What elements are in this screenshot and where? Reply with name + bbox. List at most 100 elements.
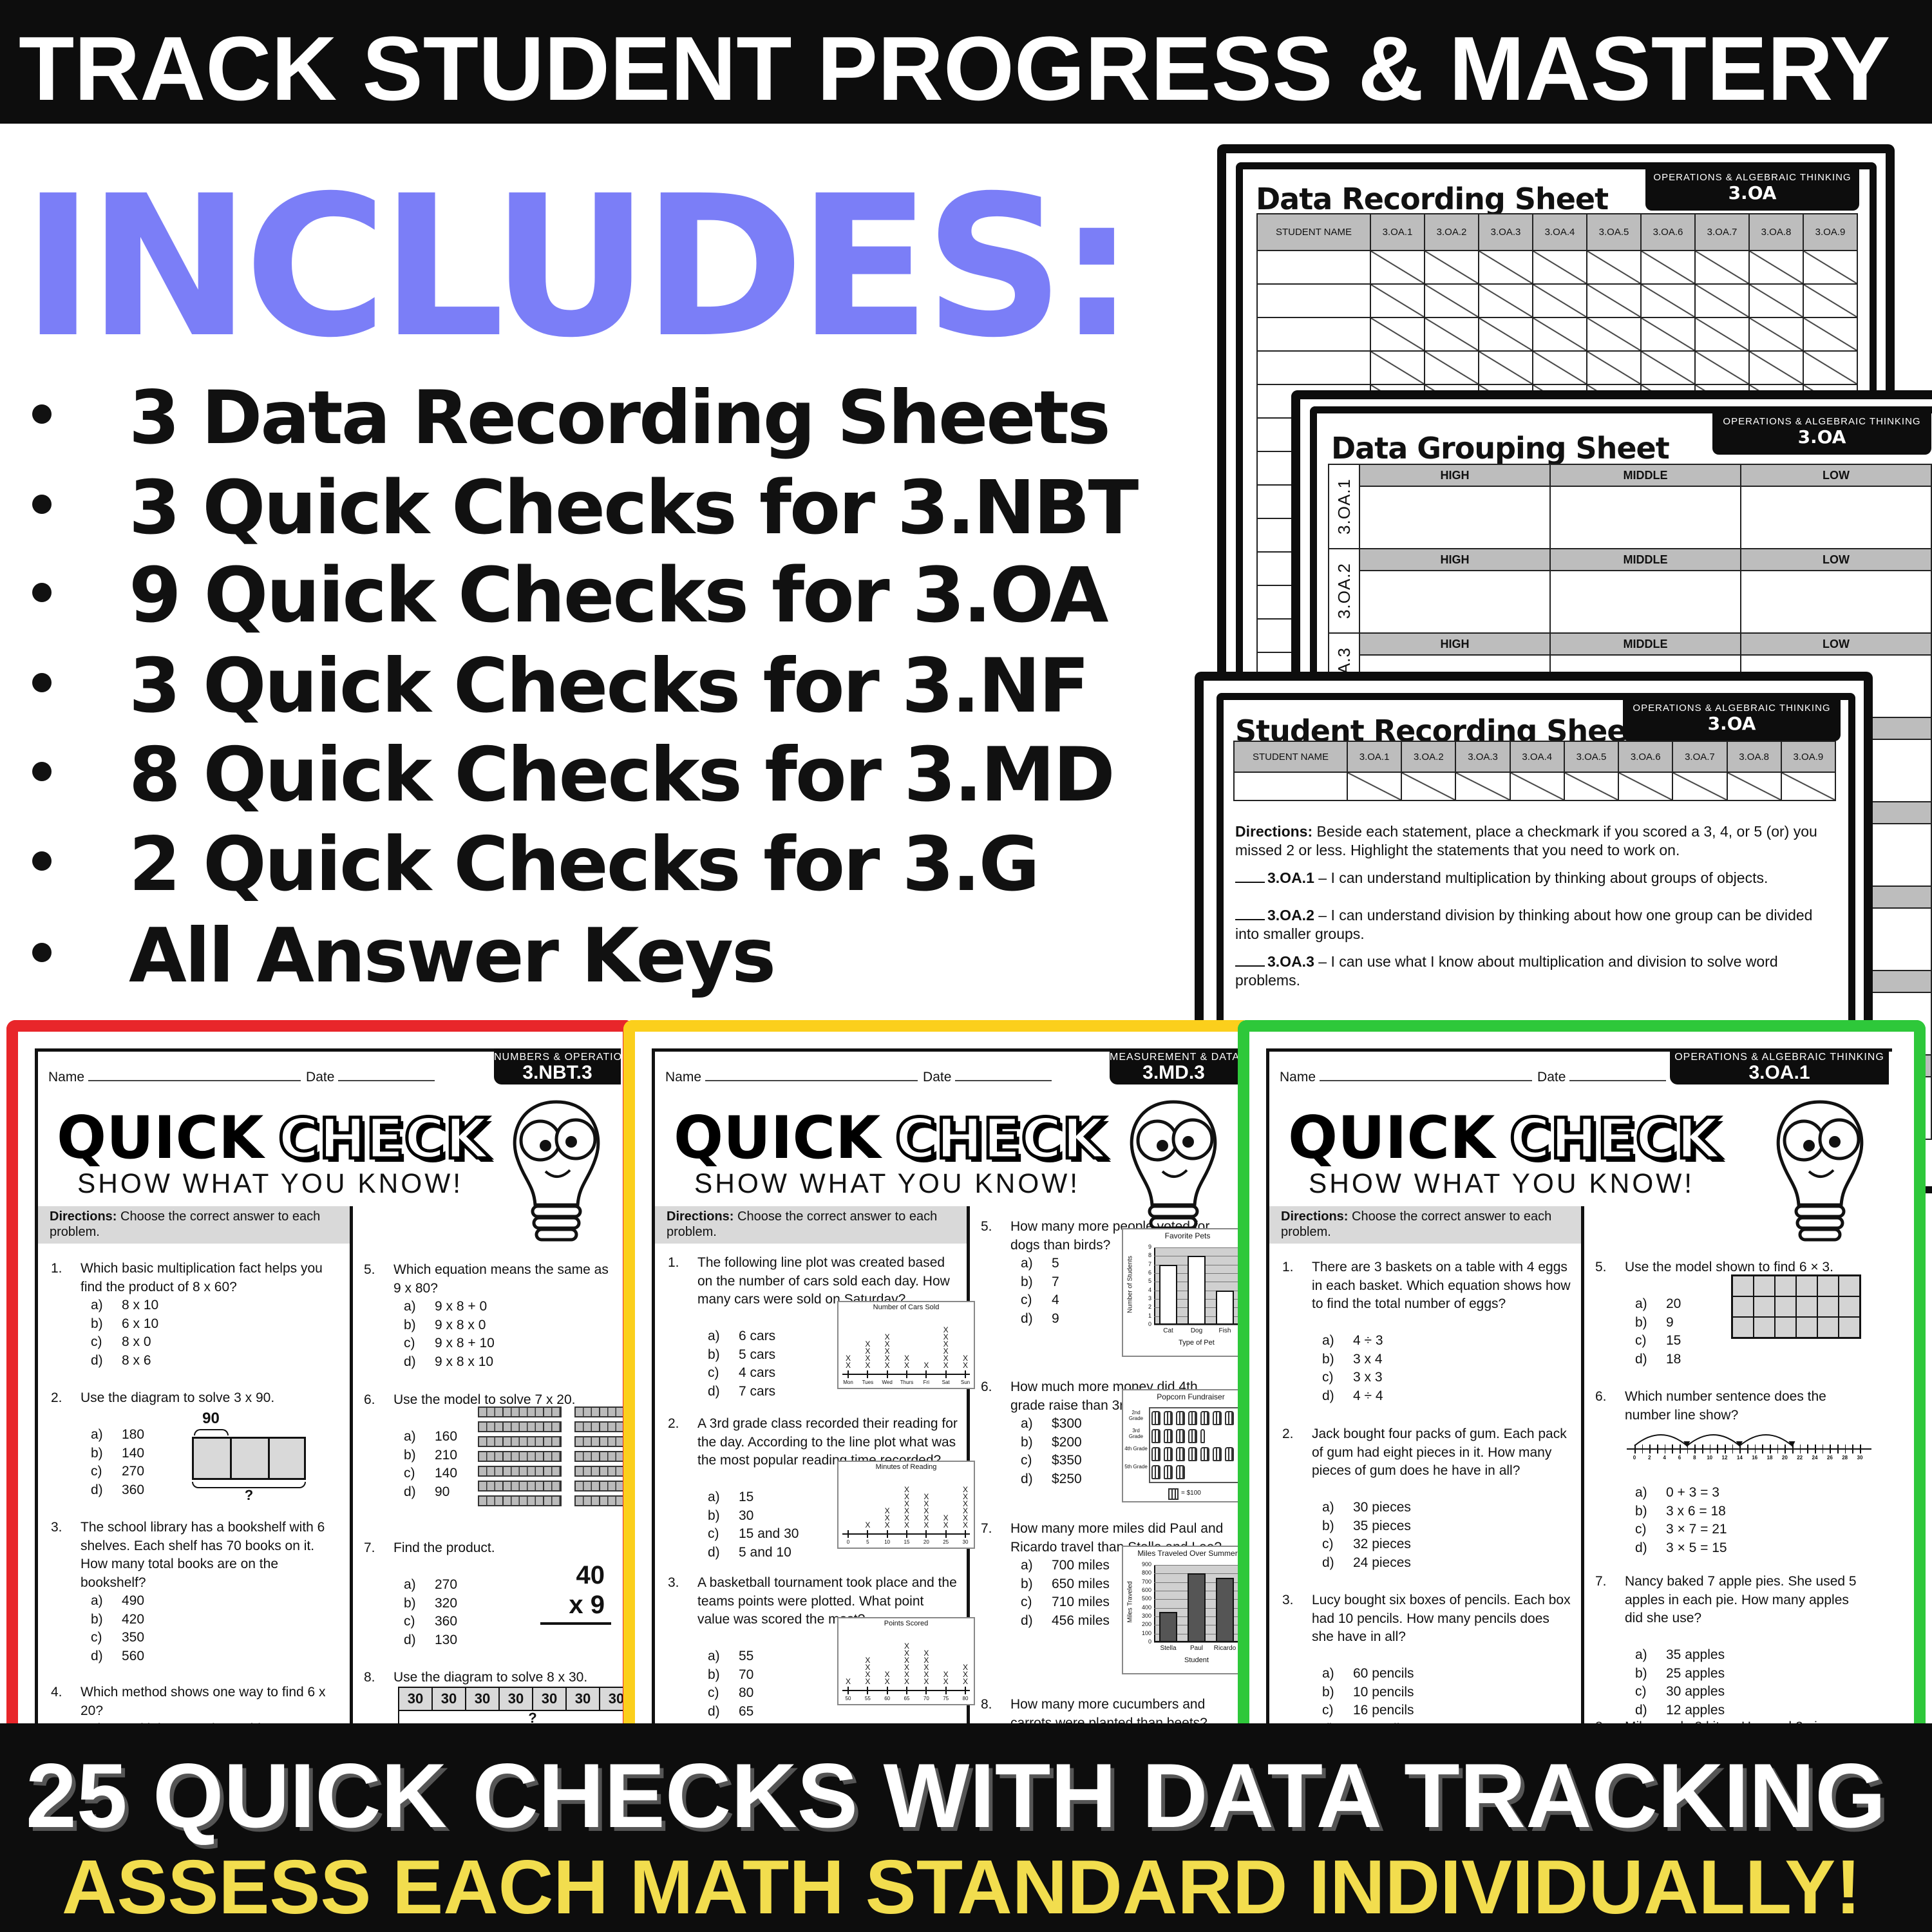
answer-choice: a) 15 [708, 1488, 799, 1507]
answer-choice: c) 15 and 30 [708, 1525, 799, 1544]
subtitle-text: SHOW WHAT YOU KNOW! [1309, 1168, 1695, 1198]
line-plot-x-mark: X [943, 1325, 949, 1334]
score-cell [1532, 283, 1587, 318]
popcorn-icon [1176, 1429, 1185, 1443]
name-blank [88, 1070, 301, 1081]
question-number: 6. [981, 1379, 992, 1394]
answer-choice: c) 360 [404, 1613, 457, 1631]
answer-choice: a) 490 [91, 1592, 144, 1611]
table-header-cell: 3.OA.9 [1780, 741, 1836, 773]
choice-letter: a) [708, 1649, 720, 1663]
line-plot-x-mark: X [865, 1656, 871, 1665]
choice-value: 9 [1666, 1314, 1674, 1330]
number-line-label: 6 [1678, 1455, 1681, 1461]
bullet-icon [32, 495, 52, 514]
multiplier: x 9 [569, 1591, 605, 1619]
product-line [540, 1622, 611, 1625]
line-plot-x-mark: X [962, 1663, 968, 1672]
table-header-cell: 3.OA.3 [1455, 741, 1511, 773]
answer-choice: a) 6 cars [708, 1327, 775, 1346]
answer-choice: d) 360 [91, 1481, 144, 1500]
choice-letter: c) [708, 1526, 719, 1541]
question-number: 6. [1595, 1389, 1607, 1404]
choice-letter: a) [1635, 1647, 1647, 1662]
score-cell [1694, 250, 1750, 285]
question-number: 7. [1595, 1574, 1607, 1589]
answer-choice: a) 0 + 3 = 3 [1635, 1484, 1727, 1502]
array-cell [1754, 1318, 1774, 1337]
line-plot-tick [906, 1370, 907, 1378]
subtitle: SHOW WHAT YOU KNOW! [77, 1161, 469, 1200]
answer-choice: b) 30 [708, 1507, 799, 1526]
standard-code: 3.MD.3 [1142, 1062, 1205, 1083]
choice-letter: b) [708, 1667, 720, 1682]
answer-choice: d) 9 x 8 x 10 [404, 1353, 495, 1372]
pictograph-title: Popcorn Fundraiser [1157, 1392, 1225, 1401]
question-number: 7. [981, 1521, 992, 1536]
student-statement: 3.OA.1 – I can understand multiplication… [1235, 869, 1834, 887]
student-name-cell [1256, 317, 1371, 352]
score-cell [1586, 317, 1642, 352]
includes-item: 3 Quick Checks for 3.NBT [0, 455, 1191, 551]
choice-letter: d) [708, 1544, 720, 1560]
answer-choices: a) 180 b) 140 c) 270 d) 360 [91, 1426, 144, 1499]
bar-chart-xlabel: Type of Pet [1179, 1339, 1215, 1347]
score-cell [1424, 350, 1479, 385]
tape-row-cell: 30 [532, 1687, 567, 1711]
data-recording-sheet-title: Data Recording Sheet [1256, 182, 1609, 216]
includes-item-text: 3 Quick Checks for 3.NF [129, 633, 1105, 730]
answer-choice: b) 5 cars [708, 1346, 775, 1365]
line-plot: Number of Cars Sold Mon X X Tues X X X X Wed X X X X X… [837, 1301, 975, 1389]
choice-value: 700 miles [1052, 1558, 1110, 1573]
base-ten-rod [478, 1481, 562, 1492]
question-number: 2. [51, 1390, 62, 1405]
directions-label: Directions: [1235, 823, 1313, 840]
includes-item-text: 2 Quick Checks for 3.G [129, 811, 1055, 908]
score-cell [1694, 350, 1750, 385]
table-header-cell: 3.OA.2 [1401, 741, 1457, 773]
answer-choice: c) 350 [91, 1629, 144, 1647]
question-text: Which method shows one way to find 6 x 2… [80, 1685, 326, 1718]
choice-value: 15 and 30 [739, 1526, 799, 1541]
question-text: Use the diagram to solve 3 x 90. [80, 1390, 275, 1405]
bar-category-label: Cat [1163, 1327, 1173, 1334]
bar-chart-ytick: 400 [1141, 1604, 1151, 1611]
popcorn-icon [1164, 1447, 1173, 1461]
student-name-cell [1233, 772, 1348, 801]
answer-choice: d) 65 [708, 1703, 753, 1721]
answer-choice: d) 24 pieces [1322, 1554, 1411, 1573]
answer-choices: a) 30 pieces b) 35 pieces c) 32 pieces d) 24 pi… [1322, 1499, 1411, 1572]
number-line-label: 30 [1857, 1455, 1863, 1461]
bar-chart-gridline [1154, 1247, 1239, 1248]
score-cell [1640, 283, 1696, 318]
quick-check-md-panel: Name Date MEASUREMENT & DATA 3.MD.3 QUICK CHE… [623, 1020, 1251, 1741]
table-header-cell: 3.OA.2 [1424, 213, 1479, 251]
choice-letter: b) [404, 1447, 416, 1463]
answer-choice: c) 9 x 8 + 10 [404, 1334, 495, 1353]
bullet-icon [32, 851, 52, 871]
number-line-label: 12 [1721, 1455, 1728, 1461]
question-number: 8. [364, 1670, 375, 1685]
includes-list: 3 Data Recording Sheets 3 Quick Checks fo… [0, 0, 1191, 1030]
bar-chart-ytick: 2 [1148, 1303, 1151, 1311]
choice-letter: c) [1021, 1293, 1032, 1307]
choice-value: 360 [122, 1482, 145, 1497]
number-line-label: 24 [1812, 1455, 1818, 1461]
date-label: Date [306, 1070, 335, 1084]
directions-label: Directions: [50, 1209, 117, 1224]
answer-choice: c) 4 cars [708, 1364, 775, 1383]
popcorn-icon [1225, 1447, 1234, 1461]
answer-choices: a) 5 b) 7 c) 4 d) 9 [1021, 1255, 1059, 1328]
answer-choice: d) 9 [1021, 1310, 1059, 1329]
answer-choice: a) 55 [708, 1647, 753, 1666]
standard-label-cell: 3.OA.2 [1328, 548, 1360, 634]
standard-category: NUMBERS & OPERATIONS [494, 1052, 621, 1063]
pictograph-key: = $100 [1181, 1490, 1201, 1497]
line-plot-x-mark: X [904, 1354, 909, 1363]
base-ten-rod [478, 1436, 562, 1447]
pictograph-row-label: 3rd Grade [1128, 1428, 1144, 1439]
answer-choice: b) 210 [404, 1446, 457, 1465]
question-text: Nancy baked 7 apple pies. She used 5 app… [1625, 1574, 1857, 1625]
includes-item-text: All Answer Keys [129, 903, 786, 999]
table-header-cell: 3.OA.7 [1672, 741, 1728, 773]
